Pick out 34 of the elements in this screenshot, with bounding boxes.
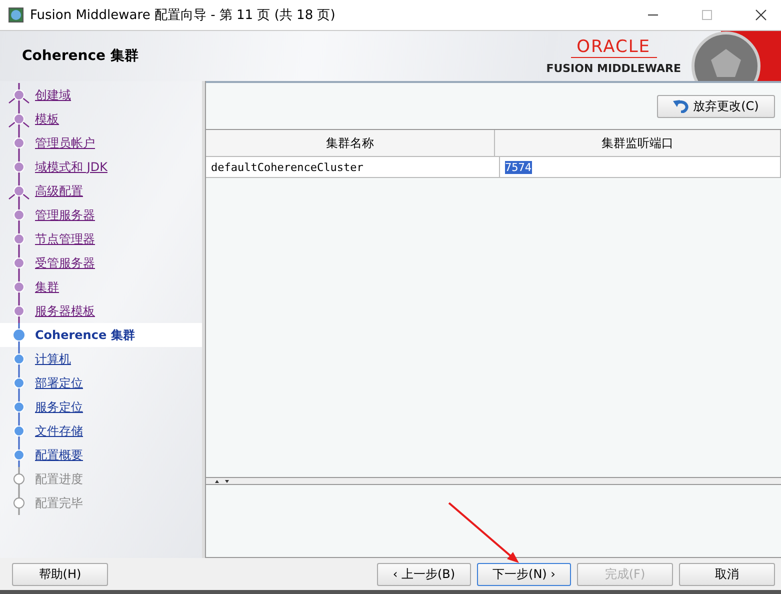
step-link[interactable]: 计算机 xyxy=(35,350,71,368)
step-link[interactable]: 服务定位 xyxy=(35,398,83,416)
column-header[interactable]: 集群名称 xyxy=(206,130,495,156)
step-link[interactable]: 模板 xyxy=(35,110,59,128)
undo-icon xyxy=(673,99,690,113)
step-link[interactable]: 服务器模板 xyxy=(35,302,95,320)
step-link[interactable]: 管理员帐户 xyxy=(35,134,95,152)
step-link[interactable]: 受管服务器 xyxy=(35,254,95,272)
discard-changes-button[interactable]: 放弃更改(C) xyxy=(657,94,775,118)
step-link[interactable]: 管理服务器 xyxy=(35,206,95,224)
table-cell[interactable]: 7574 xyxy=(500,157,781,177)
logo-text: ORACLE xyxy=(570,37,657,58)
step-link[interactable]: 域模式和 JDK xyxy=(35,158,108,176)
splitter-arrows-icon[interactable] xyxy=(214,478,230,484)
step-link[interactable]: 集群 xyxy=(35,278,59,296)
wizard-button[interactable]: ‹ 上一步(B) xyxy=(377,562,471,586)
step-link: 配置完毕 xyxy=(35,494,83,512)
logo-subtitle: FUSION MIDDLEWARE xyxy=(546,62,681,75)
app-icon xyxy=(8,7,24,23)
wizard-button[interactable]: 取消 xyxy=(679,562,775,586)
step-link[interactable]: 文件存储 xyxy=(35,422,83,440)
wizard-button[interactable]: 下一步(N) › xyxy=(477,562,571,586)
step-link[interactable]: 高级配置 xyxy=(35,182,83,200)
step-link[interactable]: 配置概要 xyxy=(35,446,83,464)
column-header[interactable]: 集群监听端口 xyxy=(495,130,781,156)
step-link[interactable]: 节点管理器 xyxy=(35,230,95,248)
page-title: Coherence 集群 xyxy=(22,47,138,65)
step-link: 配置进度 xyxy=(35,470,83,488)
window-title: Fusion Middleware 配置向导 - 第 11 页 (共 18 页) xyxy=(30,7,336,24)
step-link[interactable]: 创建域 xyxy=(35,86,71,104)
step-link[interactable]: 部署定位 xyxy=(35,374,83,392)
table-cell[interactable]: defaultCoherenceCluster xyxy=(206,157,500,177)
wizard-button[interactable]: 帮助(H) xyxy=(12,562,108,586)
close-icon[interactable] xyxy=(755,9,767,21)
